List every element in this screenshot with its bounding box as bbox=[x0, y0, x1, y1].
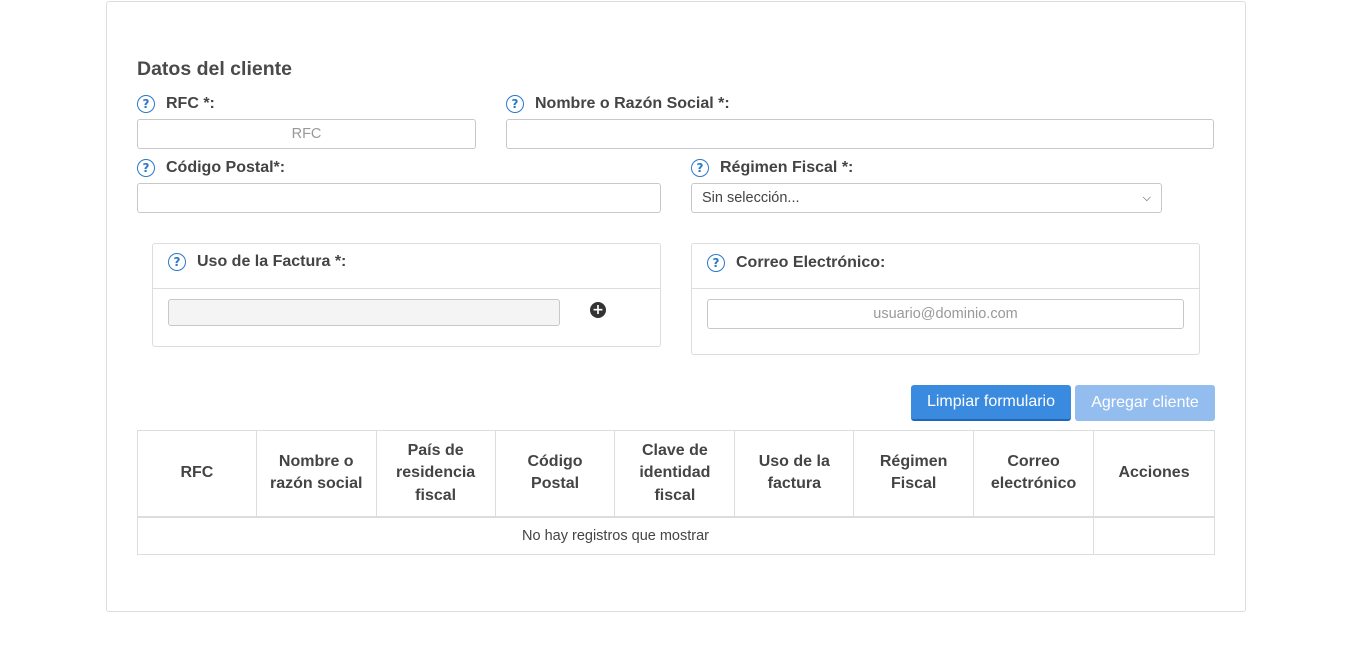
uso-factura-label: Uso de la Factura *: bbox=[197, 253, 347, 270]
help-icon[interactable]: ? bbox=[691, 159, 709, 177]
column-header-clave-identidad[interactable]: Clave de identidad fiscal bbox=[614, 430, 736, 518]
help-icon[interactable]: ? bbox=[137, 159, 155, 177]
rfc-input[interactable] bbox=[137, 119, 476, 149]
column-header-nombre[interactable]: Nombre o razón social bbox=[255, 430, 377, 518]
column-header-codigo-postal[interactable]: Código Postal bbox=[494, 430, 616, 518]
plus-circle-icon[interactable]: + bbox=[590, 302, 606, 318]
help-icon[interactable]: ? bbox=[168, 253, 186, 271]
empty-message: No hay registros que mostrar bbox=[136, 516, 1095, 555]
nombre-label-group: ? Nombre o Razón Social *: bbox=[506, 95, 730, 113]
section-title: Datos del cliente bbox=[137, 58, 292, 80]
help-icon[interactable]: ? bbox=[707, 254, 725, 272]
column-header-correo[interactable]: Correo electrónico bbox=[973, 430, 1095, 518]
codigo-postal-label: Código Postal*: bbox=[166, 159, 286, 176]
limpiar-formulario-button[interactable]: Limpiar formulario bbox=[911, 385, 1071, 421]
rfc-label-group: ? RFC *: bbox=[137, 95, 215, 113]
correo-label: Correo Electrónico: bbox=[736, 254, 886, 271]
chevron-down-icon: ⌵ bbox=[1142, 191, 1151, 204]
column-header-uso-factura[interactable]: Uso de la factura bbox=[734, 430, 855, 518]
table-header-row: RFC Nombre o razón social País de reside… bbox=[137, 430, 1215, 518]
regimen-label: Régimen Fiscal *: bbox=[720, 159, 854, 176]
column-header-pais[interactable]: País de residencia fiscal bbox=[375, 430, 496, 518]
nombre-input[interactable] bbox=[506, 119, 1214, 149]
nombre-label: Nombre o Razón Social *: bbox=[535, 95, 730, 112]
column-header-acciones: Acciones bbox=[1093, 430, 1215, 518]
uso-factura-label-group: ? Uso de la Factura *: bbox=[168, 253, 346, 271]
rfc-label: RFC *: bbox=[166, 95, 215, 112]
agregar-cliente-button[interactable]: Agregar cliente bbox=[1075, 385, 1215, 421]
empty-actions-cell bbox=[1093, 516, 1215, 555]
clientes-table: RFC Nombre o razón social País de reside… bbox=[136, 430, 1215, 555]
regimen-fiscal-select[interactable]: Sin selección... ⌵ bbox=[691, 183, 1162, 213]
column-header-regimen[interactable]: Régimen Fiscal bbox=[853, 430, 975, 518]
regimen-selected-value: Sin selección... bbox=[702, 190, 800, 206]
uso-factura-input[interactable] bbox=[168, 299, 560, 326]
correo-label-group: ? Correo Electrónico: bbox=[707, 254, 885, 272]
regimen-label-group: ? Régimen Fiscal *: bbox=[691, 159, 853, 177]
help-icon[interactable]: ? bbox=[506, 95, 524, 113]
codigo-postal-label-group: ? Código Postal*: bbox=[137, 159, 285, 177]
help-icon[interactable]: ? bbox=[137, 95, 155, 113]
table-row: No hay registros que mostrar bbox=[136, 516, 1215, 555]
correo-input[interactable] bbox=[707, 299, 1184, 329]
codigo-postal-input[interactable] bbox=[137, 183, 661, 213]
column-header-rfc[interactable]: RFC bbox=[137, 430, 257, 518]
